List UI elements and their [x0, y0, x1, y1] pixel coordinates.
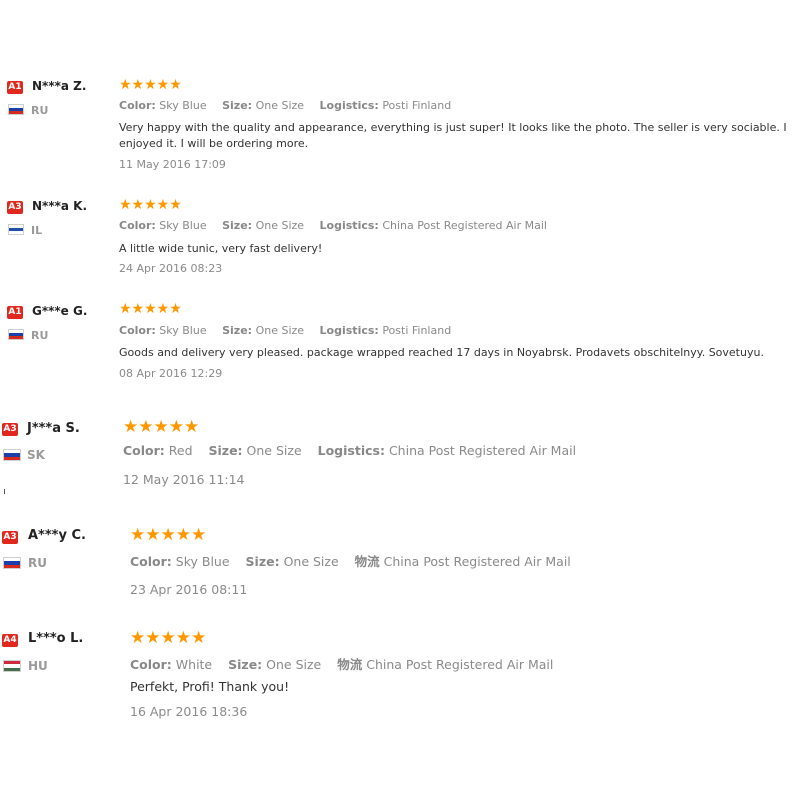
- logistics-value: Posti Finland: [382, 99, 452, 112]
- color-value: Sky Blue: [175, 554, 230, 569]
- size-label: Size:: [222, 219, 253, 232]
- buyer-level-badge: A1: [7, 81, 23, 94]
- review-date: 16 Apr 2016 18:36: [130, 704, 248, 719]
- buyer-level-badge: A3: [2, 423, 18, 436]
- color-value: Sky Blue: [159, 324, 207, 337]
- review-date: 23 Apr 2016 08:11: [130, 582, 248, 597]
- color-value: White: [175, 657, 213, 672]
- buyer-level-badge: A3: [7, 201, 23, 214]
- rating-stars: ★★★★★: [130, 628, 207, 648]
- rating-stars: ★★★★★: [119, 77, 182, 93]
- flag-icon: [3, 557, 21, 569]
- review-date: 24 Apr 2016 08:23: [119, 262, 223, 275]
- buyer-level-badge: A4: [2, 634, 18, 647]
- size-value: One Size: [255, 219, 305, 232]
- buyer-name[interactable]: G***e G.: [32, 304, 87, 318]
- review-content: Very happy with the quality and appearan…: [119, 121, 787, 150]
- review-date: 12 May 2016 11:14: [123, 472, 245, 487]
- rating-stars: ★★★★★: [119, 197, 182, 213]
- logistics-label: 物流: [354, 554, 380, 569]
- color-label: Color:: [119, 324, 156, 337]
- size-value: One Size: [283, 554, 339, 569]
- buyer-name[interactable]: A***y C.: [28, 528, 86, 543]
- review-attributes: Color: Sky Blue Size: One Size 物流 China …: [130, 551, 583, 570]
- color-label: Color:: [119, 99, 156, 112]
- divider-mark: [4, 489, 5, 494]
- review-attributes: Color: Sky Blue Size: One Size Logistics…: [119, 219, 559, 232]
- review-content: Perfekt, Profi! Thank you!: [130, 679, 290, 694]
- size-label: Size:: [222, 324, 253, 337]
- buyer-country: RU: [28, 556, 47, 570]
- flag-stripe: [4, 456, 20, 460]
- color-label: Color:: [123, 443, 165, 458]
- logistics-label: Logistics:: [319, 324, 379, 337]
- flag-stripe: [9, 111, 23, 114]
- rating-stars: ★★★★★: [130, 525, 207, 545]
- color-label: Color:: [119, 219, 156, 232]
- flag-icon: [3, 660, 21, 672]
- logistics-label: Logistics:: [319, 219, 379, 232]
- rating-stars: ★★★★★: [123, 417, 200, 437]
- buyer-level-badge: A3: [2, 531, 18, 544]
- review-content: A little wide tunic, very fast delivery!: [119, 242, 323, 255]
- color-label: Color:: [130, 554, 172, 569]
- review-attributes: Color: Sky Blue Size: One Size Logistics…: [119, 324, 463, 337]
- buyer-name[interactable]: L***o L.: [28, 631, 83, 646]
- review-attributes: Color: Sky Blue Size: One Size Logistics…: [119, 99, 463, 112]
- review-attributes: Color: Red Size: One Size Logistics: Chi…: [123, 443, 588, 458]
- review-date: 08 Apr 2016 12:29: [119, 367, 223, 380]
- review-attributes: Color: White Size: One Size 物流 China Pos…: [130, 654, 565, 673]
- color-value: Sky Blue: [159, 99, 207, 112]
- size-label: Size:: [228, 657, 263, 672]
- flag-stripe: [4, 667, 20, 671]
- flag-stripe: [9, 336, 23, 339]
- size-value: One Size: [246, 443, 302, 458]
- flag-stripe: [4, 564, 20, 568]
- buyer-name[interactable]: J***a S.: [27, 421, 80, 436]
- buyer-name[interactable]: N***a K.: [32, 199, 87, 213]
- size-value: One Size: [266, 657, 322, 672]
- logistics-label: 物流: [337, 657, 363, 672]
- color-value: Sky Blue: [159, 219, 207, 232]
- size-label: Size:: [208, 443, 243, 458]
- buyer-country: RU: [31, 104, 49, 117]
- size-value: One Size: [255, 324, 305, 337]
- flag-icon: [3, 449, 21, 461]
- size-value: One Size: [255, 99, 305, 112]
- color-value: Red: [168, 443, 193, 458]
- review-date: 11 May 2016 17:09: [119, 158, 226, 171]
- logistics-value: Posti Finland: [382, 324, 452, 337]
- logistics-value: China Post Registered Air Mail: [388, 443, 577, 458]
- flag-stripe: [9, 231, 23, 234]
- flag-icon: [8, 104, 24, 115]
- size-label: Size:: [245, 554, 280, 569]
- flag-icon: [8, 329, 24, 340]
- buyer-name[interactable]: N***a Z.: [32, 79, 86, 93]
- size-label: Size:: [222, 99, 253, 112]
- logistics-value: China Post Registered Air Mail: [366, 657, 554, 672]
- rating-stars: ★★★★★: [119, 301, 182, 317]
- buyer-country: RU: [31, 329, 49, 342]
- buyer-country: HU: [28, 659, 48, 673]
- flag-icon: [8, 224, 24, 235]
- buyer-country: IL: [31, 224, 43, 237]
- logistics-label: Logistics:: [319, 99, 379, 112]
- logistics-value: China Post Registered Air Mail: [383, 554, 571, 569]
- buyer-level-badge: A1: [7, 306, 23, 319]
- logistics-value: China Post Registered Air Mail: [382, 219, 547, 232]
- logistics-label: Logistics:: [317, 443, 385, 458]
- buyer-country: SK: [27, 448, 45, 462]
- review-content: Goods and delivery very pleased. package…: [119, 346, 764, 359]
- color-label: Color:: [130, 657, 172, 672]
